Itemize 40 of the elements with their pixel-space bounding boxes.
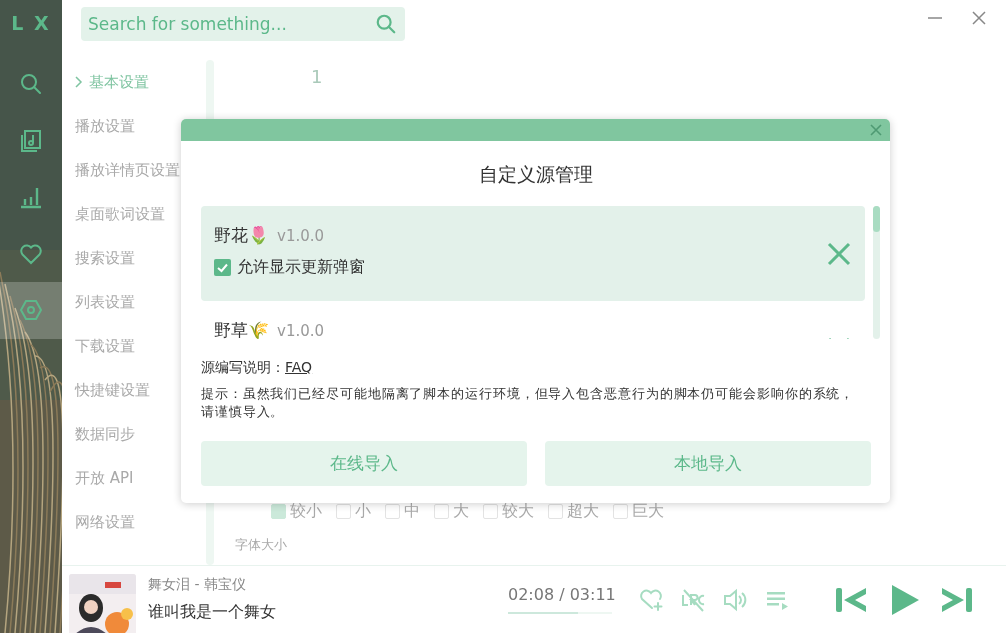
faq-link[interactable]: FAQ bbox=[285, 359, 313, 377]
remove-icon[interactable] bbox=[827, 241, 851, 266]
option-label: 较大 bbox=[502, 501, 534, 522]
import-button[interactable]: 在线导入 bbox=[201, 441, 527, 486]
search-field[interactable]: Search for something... bbox=[81, 7, 405, 41]
search-icon[interactable] bbox=[375, 13, 397, 35]
volume-icon[interactable] bbox=[722, 586, 748, 613]
close-icon[interactable] bbox=[870, 124, 882, 136]
option-label: 大 bbox=[453, 501, 469, 522]
dialog-title: 自定义源管理 bbox=[477, 162, 594, 187]
import-button[interactable]: 本地导入 bbox=[545, 441, 871, 486]
source-item[interactable]: 野花🌷 v1.0.0 允许显示更新弹窗 bbox=[201, 206, 865, 301]
option-label: 中 bbox=[404, 501, 420, 522]
warning-text: 提示：虽然我们已经尽可能地隔离了脚本的运行环境，但导入包含恶意行为的脚本仍可能会影响你的系统，请谨慎导入。 bbox=[201, 385, 856, 421]
source-item[interactable]: 野草🌾 v1.0.0 bbox=[201, 301, 865, 339]
source-version: v1.0.0 bbox=[277, 227, 325, 245]
option-label: 小 bbox=[355, 501, 371, 522]
option-label: 超大 bbox=[567, 501, 599, 522]
section-label: 字体大小 bbox=[235, 536, 288, 554]
close-icon[interactable] bbox=[970, 9, 988, 27]
help-label: 源编写说明： bbox=[201, 359, 285, 377]
app-logo: L X bbox=[11, 12, 51, 36]
settings-nav-item[interactable]: 基本设置 bbox=[62, 60, 205, 104]
settings-icon[interactable] bbox=[19, 298, 43, 323]
source-version: v1.0.0 bbox=[277, 322, 325, 339]
song-title: 舞女泪 - 韩宝仪 bbox=[148, 576, 247, 594]
music-note-icon[interactable] bbox=[19, 128, 43, 153]
option-label: 巨大 bbox=[632, 501, 664, 522]
source-name: 野草🌾 bbox=[214, 319, 269, 339]
lyric-line: 谁叫我是一个舞女 bbox=[148, 602, 277, 623]
source-name: 野花🌷 bbox=[214, 224, 269, 247]
search-icon[interactable] bbox=[19, 72, 43, 97]
settings-nav-item[interactable]: 网络设置 bbox=[62, 500, 205, 544]
tab-label: 1 bbox=[311, 66, 324, 87]
bar-chart-icon[interactable] bbox=[19, 185, 43, 210]
checkbox[interactable] bbox=[214, 259, 231, 276]
scrollbar[interactable] bbox=[873, 206, 880, 339]
chevron-icon bbox=[75, 76, 83, 88]
checkbox-label: 允许显示更新弹窗 bbox=[237, 257, 365, 278]
option-label: 较小 bbox=[290, 501, 322, 522]
